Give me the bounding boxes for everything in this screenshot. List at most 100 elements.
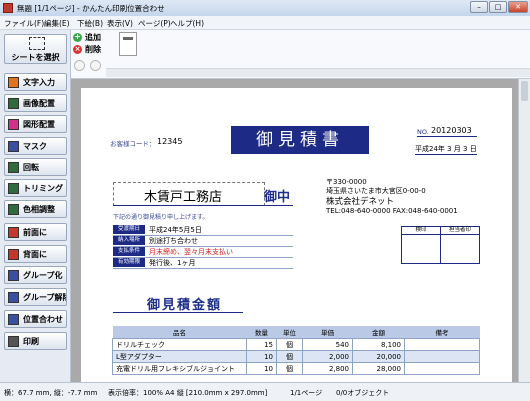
menu-view[interactable]: 表示(V) xyxy=(107,18,133,29)
col-header-item: 品名 xyxy=(173,329,186,337)
estimate-number: 20120303 xyxy=(431,126,472,135)
document-canvas[interactable]: お客様コード： 12345 御見積書 NO. 20120303 平成24年 3 … xyxy=(71,79,518,382)
tool-label: 文字入力 xyxy=(23,77,55,87)
tool-image-button[interactable]: 画像配置 xyxy=(4,94,67,112)
back-icon xyxy=(8,248,19,260)
col-header-price: 単価 xyxy=(321,329,334,337)
table-row: 充電ドリル用フレキシブルジョイント 10 個 2,800 28,000 xyxy=(112,362,480,375)
items-table: 品名 数量 単位 単価 金額 備考 ドリルチェック 15 個 540 8,100 L型アダ… xyxy=(112,326,480,375)
staff-stamp-label: 担当者印 xyxy=(441,227,479,235)
tool-label: マスク xyxy=(23,141,47,151)
maximize-button[interactable]: □ xyxy=(489,1,507,13)
inspection-stamp-label: 検印 xyxy=(402,227,441,235)
tool-text-a-button[interactable]: 文字入力 xyxy=(4,73,67,91)
tool-shape-button[interactable]: 図形配置 xyxy=(4,115,67,133)
menu-background[interactable]: 下絵(B) xyxy=(77,18,103,29)
group-icon xyxy=(8,269,19,281)
menu-page[interactable]: ページ(P) xyxy=(138,18,171,29)
table-cell: L型アダプター xyxy=(112,350,247,363)
info-row-label: 納入場所 xyxy=(113,236,145,245)
col-header-qty: 数量 xyxy=(255,329,268,337)
align-icon xyxy=(8,313,19,325)
amount-underline xyxy=(113,312,243,313)
tool-label: 背面に xyxy=(23,249,47,259)
minimize-button[interactable]: – xyxy=(470,1,488,13)
rotate-icon xyxy=(8,161,19,173)
date-underline xyxy=(415,154,477,155)
delete-page-label: 削除 xyxy=(85,45,101,54)
amount-heading: 御見積金額 xyxy=(147,298,223,313)
tool-label: 色相調整 xyxy=(23,204,55,214)
delete-page-button[interactable]: × 削除 xyxy=(73,44,101,55)
tool-print-button[interactable]: 印刷 xyxy=(4,332,67,350)
tool-rotate-button[interactable]: 回転 xyxy=(4,158,67,176)
estimate-date: 平成24年 3 月 3 日 xyxy=(415,145,477,153)
shape-icon xyxy=(8,118,19,130)
next-page-arrow-icon[interactable] xyxy=(90,60,101,71)
table-cell: 540 xyxy=(302,338,353,351)
table-cell: 充電ドリル用フレキシブルジョイント xyxy=(112,362,247,375)
table-cell: 個 xyxy=(276,338,303,351)
close-button[interactable]: ✕ xyxy=(508,1,528,13)
col-header-amount: 金額 xyxy=(372,329,385,337)
prev-page-arrow-icon[interactable] xyxy=(74,60,85,71)
front-icon xyxy=(8,226,19,238)
menu-help[interactable]: ヘルプ(H) xyxy=(170,18,204,29)
stamp-box: 検印 担当者印 xyxy=(401,226,480,264)
table-cell: 個 xyxy=(276,350,303,363)
number-label: NO. xyxy=(417,128,429,136)
table-row: L型アダプター 10 個 2,000 20,000 xyxy=(112,350,480,363)
info-row-label: 受渡期日 xyxy=(113,225,145,234)
tool-label: 回転 xyxy=(23,162,39,172)
table-cell xyxy=(404,338,480,351)
estimate-sheet: お客様コード： 12345 御見積書 NO. 20120303 平成24年 3 … xyxy=(81,88,512,382)
table-cell xyxy=(404,362,480,375)
status-page: 1/1ページ xyxy=(290,389,323,397)
tool-hue-button[interactable]: 色相調整 xyxy=(4,200,67,218)
table-cell: 10 xyxy=(246,350,277,363)
info-row-value: 平成24年5月5日 xyxy=(149,226,202,234)
status-bar: 横：67.7 mm, 縦：-7.7 mm 表示倍率：100% A4 縦 [210… xyxy=(0,382,530,401)
table-cell: 15 xyxy=(246,338,277,351)
select-sheet-button[interactable]: シートを選択 xyxy=(4,34,67,64)
menu-file[interactable]: ファイル(F) xyxy=(4,18,44,29)
tool-align-button[interactable]: 位置合わせ xyxy=(4,310,67,328)
page-thumbnail[interactable] xyxy=(119,32,137,56)
select-sheet-label: シートを選択 xyxy=(11,53,60,62)
customer-code-label: お客様コード： xyxy=(110,140,156,148)
customer-underline xyxy=(113,205,293,206)
customer-code: 12345 xyxy=(157,137,183,146)
document-title: 御見積書 xyxy=(231,126,369,154)
strip-scrollbar[interactable] xyxy=(106,68,530,77)
vertical-scrollbar[interactable] xyxy=(518,79,530,382)
tool-label: 画像配置 xyxy=(23,98,55,108)
status-zoom: 表示倍率：100% A4 縦 [210.0mm x 297.0mm] xyxy=(108,389,268,397)
title-bar: 無題 [1/1ページ] - かんたん印刷位置合わせ – □ ✕ xyxy=(0,0,530,17)
tool-back-button[interactable]: 背面に xyxy=(4,245,67,263)
tool-group-button[interactable]: グループ化 xyxy=(4,266,67,284)
info-row-value: 月末締め、翌々月末支払い xyxy=(149,248,233,256)
image-icon xyxy=(8,97,19,109)
table-cell: ドリルチェック xyxy=(112,338,247,351)
tool-trim-button[interactable]: トリミング xyxy=(4,179,67,197)
text-a-icon xyxy=(8,76,19,88)
add-page-button[interactable]: + 追加 xyxy=(73,32,101,43)
tool-label: 印刷 xyxy=(23,336,39,346)
plus-icon: + xyxy=(73,32,82,42)
tool-label: グループ解除 xyxy=(23,292,67,302)
info-row-value: 別途打ち合わせ xyxy=(149,237,198,245)
honorific: 御中 xyxy=(264,190,291,205)
stamp-divider xyxy=(440,234,441,263)
select-sheet-icon xyxy=(29,37,45,50)
add-page-label: 追加 xyxy=(85,33,101,42)
tool-front-button[interactable]: 前面に xyxy=(4,223,67,241)
scroll-thumb[interactable] xyxy=(521,81,528,101)
tool-label: 位置合わせ xyxy=(23,314,63,324)
table-cell xyxy=(404,350,480,363)
table-header-row: 品名 数量 単位 単価 金額 備考 xyxy=(112,326,480,339)
tool-ungroup-button[interactable]: グループ解除 xyxy=(4,288,67,306)
tool-mask-button[interactable]: マスク xyxy=(4,137,67,155)
tool-label: グループ化 xyxy=(23,270,63,280)
info-row-label: 支払条件 xyxy=(113,247,145,256)
menu-edit[interactable]: 編集(E) xyxy=(44,18,70,29)
